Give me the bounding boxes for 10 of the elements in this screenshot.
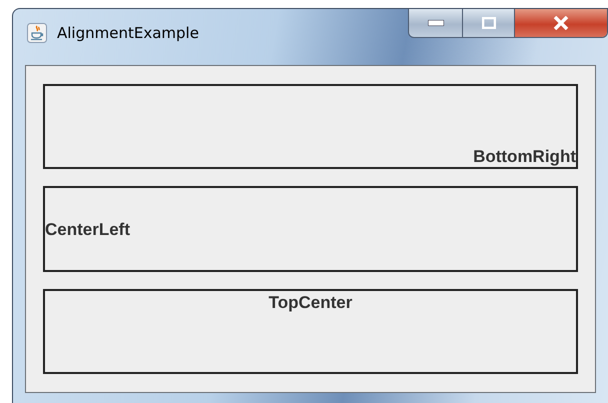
window-title: AlignmentExample	[57, 24, 199, 42]
alignment-label: CenterLeft	[45, 218, 130, 240]
java-cup-icon	[27, 23, 47, 43]
alignment-label: TopCenter	[268, 292, 352, 313]
minimize-button[interactable]	[409, 9, 463, 37]
alignment-label: BottomRight	[473, 146, 576, 168]
close-button[interactable]	[515, 9, 607, 37]
maximize-icon	[482, 17, 496, 29]
close-icon	[553, 16, 569, 30]
minimize-icon	[428, 20, 444, 26]
